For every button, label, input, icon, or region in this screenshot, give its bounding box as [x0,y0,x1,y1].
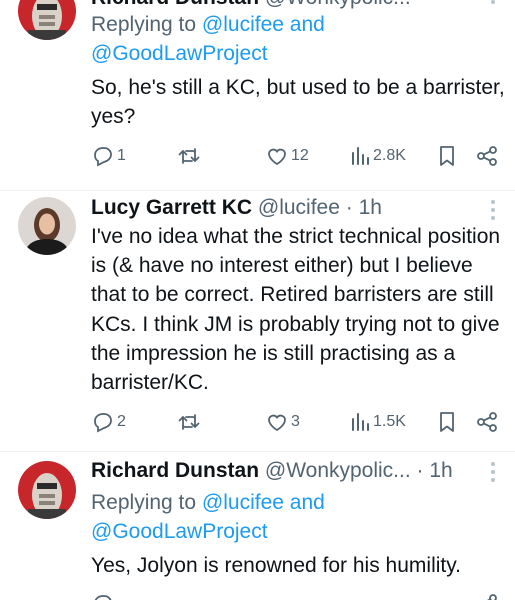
share-button[interactable] [475,144,499,168]
retweet-button[interactable] [177,410,201,434]
bookmark-button[interactable] [435,144,459,168]
bookmark-button[interactable] [435,410,459,434]
mention-goodlawproject[interactable]: @GoodLawProject [91,42,268,65]
bookmark-icon [440,412,454,432]
share-icon [486,594,497,600]
more-icon[interactable] [489,0,497,8]
timestamp[interactable]: 1h [429,459,452,482]
views-button[interactable]: 1.5K [349,410,406,434]
action-bar [91,592,501,600]
mention-lucifee[interactable]: @lucifee [202,13,284,36]
share-icon [477,412,497,432]
replying-prefix: Replying to [91,13,197,36]
share-button[interactable] [475,410,499,434]
reply-icon [94,595,112,600]
more-icon[interactable] [489,462,497,486]
replying-to: Replying to @lucifee and @GoodLawProject [91,10,325,68]
reply-button[interactable]: 2 [91,410,126,434]
avatar[interactable] [18,461,76,519]
reply-button[interactable]: 1 [91,144,126,168]
tweet-header: Richard Dunstan @Wonkypolic... · 1h [91,458,453,484]
separator-dot: · [416,459,424,482]
tweet-text: Yes, Jolyon is renowned for his humility… [91,554,462,577]
retweet-icon [178,414,200,430]
like-count: 12 [291,147,309,164]
like-count: 3 [291,413,300,430]
retweet-icon [178,148,200,164]
action-bar: 2 3 1.5K [91,410,501,434]
replying-to: Replying to @lucifee and @GoodLawProject [91,488,325,546]
reply-button[interactable] [91,592,115,600]
views-count: 1.5K [373,413,406,430]
views-icon [352,147,369,165]
author-handle[interactable]: @Wonkypolic... [265,459,411,482]
tweet-richard-1[interactable]: Richard Dunstan @Wonkypolic... Replying … [0,0,515,190]
share-button[interactable] [475,592,499,600]
timestamp[interactable]: 1h [359,196,382,219]
reply-icon [94,147,112,167]
author-handle[interactable]: @lucifee [258,196,340,219]
reply-icon [94,413,112,433]
mention-and[interactable]: and [290,491,325,514]
mention-lucifee[interactable]: @lucifee [202,491,284,514]
tweet-lucy[interactable]: Lucy Garrett KC @lucifee · 1h I've no id… [0,191,515,451]
avatar[interactable] [18,0,76,40]
replying-prefix: Replying to [91,491,197,514]
reply-count: 1 [117,147,126,164]
separator-dot: · [345,196,353,219]
like-icon [268,414,286,432]
mention-goodlawproject[interactable]: @GoodLawProject [91,520,268,543]
retweet-button[interactable] [177,144,201,168]
views-button[interactable]: 2.8K [349,144,406,168]
tweet-header: Lucy Garrett KC @lucifee · 1h [91,195,382,221]
action-bar: 1 12 2.8K [91,144,501,168]
views-icon [352,413,369,431]
mention-and[interactable]: and [290,13,325,36]
share-icon [477,146,497,166]
author-name[interactable]: Richard Dunstan [91,459,259,482]
views-count: 2.8K [373,147,406,164]
reply-count: 2 [117,413,126,430]
like-icon [268,148,286,166]
like-button[interactable]: 3 [265,410,300,434]
bookmark-icon [440,146,454,166]
author-name[interactable]: Richard Dunstan [91,0,259,9]
tweet-richard-2[interactable]: Richard Dunstan @Wonkypolic... · 1h Repl… [0,452,515,600]
author-name[interactable]: Lucy Garrett KC [91,196,252,219]
tweet-text: So, he's still a KC, but used to be a ba… [91,76,505,129]
author-handle[interactable]: @Wonkypolic... [265,0,411,9]
avatar[interactable] [18,197,76,255]
like-button[interactable]: 12 [265,144,309,168]
tweet-text: I've no idea what the strict technical p… [91,225,501,395]
more-icon[interactable] [489,200,497,224]
